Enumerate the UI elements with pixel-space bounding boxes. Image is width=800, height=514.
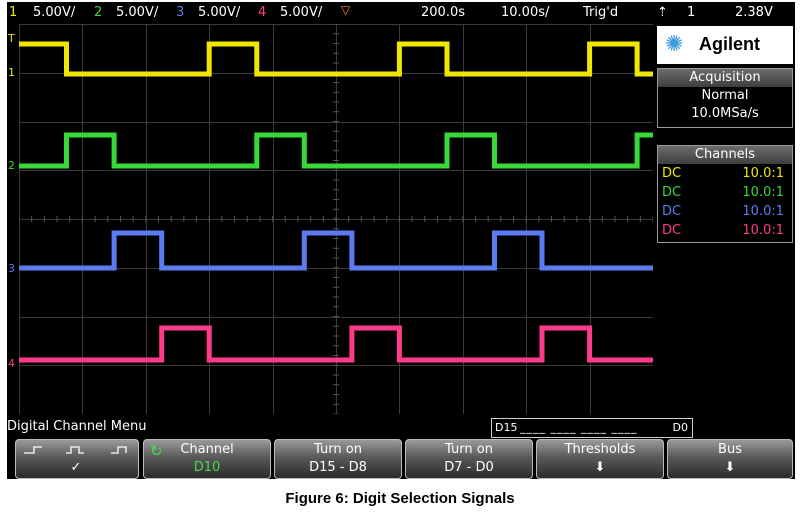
probe-ratio: 10.0:1 xyxy=(742,223,784,238)
channel-1-trace xyxy=(19,41,653,77)
channel-row[interactable]: DC 10.0:1 xyxy=(658,183,792,202)
channel-4-trace xyxy=(19,325,653,363)
ch2-number[interactable]: 2 xyxy=(94,5,102,20)
channel-3-trace xyxy=(19,230,653,271)
ch2-ground-marker[interactable]: 2 xyxy=(8,159,15,172)
bits-placeholder: ____ ____ ____ ____ xyxy=(520,421,638,434)
spark-logo-icon: ✺ xyxy=(665,32,684,57)
channels-box[interactable]: Channels DC 10.0:1 DC 10.0:1 DC 10.0:1 D… xyxy=(657,145,793,243)
menu-title: Digital Channel Menu xyxy=(7,419,147,434)
probe-ratio: 10.0:1 xyxy=(742,166,784,181)
coupling: DC xyxy=(662,166,682,181)
turn-on-low-range: D7 - D0 xyxy=(444,460,494,475)
brand-name: Agilent xyxy=(699,34,760,54)
waveform-display[interactable] xyxy=(19,24,653,414)
ch3-scale[interactable]: 5.00V/ xyxy=(198,5,240,20)
time-delay[interactable]: 10.00s/ xyxy=(501,5,549,20)
channel-label: Channel xyxy=(180,442,234,457)
ch1-number[interactable]: 1 xyxy=(9,5,17,20)
trigger-source[interactable]: 1 xyxy=(687,5,695,20)
coupling: DC xyxy=(662,204,682,219)
channel-row[interactable]: DC 10.0:1 xyxy=(658,221,792,240)
acquisition-box[interactable]: Acquisition Normal 10.0MSa/s xyxy=(657,68,793,128)
turn-on-low-softkey[interactable]: Turn on D7 - D0 xyxy=(405,439,533,479)
coupling: DC xyxy=(662,223,682,238)
status-bar: 1 5.00V/ 2 5.00V/ 3 5.00V/ 4 5.00V/ ▽ 20… xyxy=(7,2,795,24)
ch3-ground-marker[interactable]: 3 xyxy=(8,262,15,275)
ch4-scale[interactable]: 5.00V/ xyxy=(280,5,322,20)
timebase-scale[interactable]: 200.0s xyxy=(421,5,465,20)
ch4-ground-marker[interactable]: 4 xyxy=(8,357,15,370)
bits-right-label: D0 xyxy=(672,421,688,434)
thresholds-softkey[interactable]: Thresholds ⬇ xyxy=(536,439,664,479)
brand-logo: ✺ Agilent xyxy=(657,26,793,64)
trigger-level[interactable]: 2.38V xyxy=(735,5,773,20)
logic-pulse-icons xyxy=(24,446,127,454)
turn-on-low-label: Turn on xyxy=(445,442,493,457)
ch1-scale[interactable]: 5.00V/ xyxy=(33,5,75,20)
figure-caption: Figure 6: Digit Selection Signals xyxy=(285,490,515,507)
channels-title: Channels xyxy=(658,146,792,164)
channel-row[interactable]: DC 10.0:1 xyxy=(658,164,792,183)
trigger-edge-icon: ⇡ xyxy=(657,5,668,20)
down-arrow-icon: ⬇ xyxy=(724,460,736,475)
channel-value: D10 xyxy=(193,460,221,475)
acquisition-title: Acquisition xyxy=(658,69,792,87)
ch2-scale[interactable]: 5.00V/ xyxy=(116,5,158,20)
channel-2-trace xyxy=(19,132,653,169)
bus-label: Bus xyxy=(718,442,742,457)
right-info-panel: ✺ Agilent Acquisition Normal 10.0MSa/s C… xyxy=(655,24,795,422)
coupling: DC xyxy=(662,185,682,200)
oscilloscope-screen: 1 5.00V/ 2 5.00V/ 3 5.00V/ 4 5.00V/ ▽ 20… xyxy=(7,2,795,479)
ch1-ground-marker[interactable]: 1 xyxy=(8,66,15,79)
channel-softkey[interactable]: ↻ Channel D10 xyxy=(143,439,271,479)
channel-row[interactable]: DC 10.0:1 xyxy=(658,202,792,221)
sample-rate: 10.0MSa/s xyxy=(691,106,759,121)
waveform-traces xyxy=(19,41,653,363)
probe-ratio: 10.0:1 xyxy=(742,185,784,200)
ch3-number[interactable]: 3 xyxy=(176,5,184,20)
bus-softkey[interactable]: Bus ⬇ xyxy=(667,439,793,479)
bits-left-label: D15 xyxy=(495,421,518,434)
acquisition-mode: Normal xyxy=(701,88,749,103)
ch4-number[interactable]: 4 xyxy=(258,5,266,20)
trigger-status: Trig'd xyxy=(583,5,619,20)
digital-bits-indicator: D15 ____ ____ ____ ____ D0 xyxy=(491,418,693,438)
thresholds-label: Thresholds xyxy=(564,442,636,457)
threshold-type-softkey[interactable]: ✓ xyxy=(15,439,139,479)
trigger-position-marker-icon: ▽ xyxy=(341,3,351,17)
probe-ratio: 10.0:1 xyxy=(742,204,784,219)
turn-on-high-label: Turn on xyxy=(314,442,362,457)
turn-on-high-softkey[interactable]: Turn on D15 - D8 xyxy=(274,439,402,479)
check-icon: ✓ xyxy=(70,460,82,475)
down-arrow-icon: ⬇ xyxy=(594,460,606,475)
trigger-level-marker[interactable]: T xyxy=(8,32,15,45)
turn-on-high-range: D15 - D8 xyxy=(309,460,367,475)
